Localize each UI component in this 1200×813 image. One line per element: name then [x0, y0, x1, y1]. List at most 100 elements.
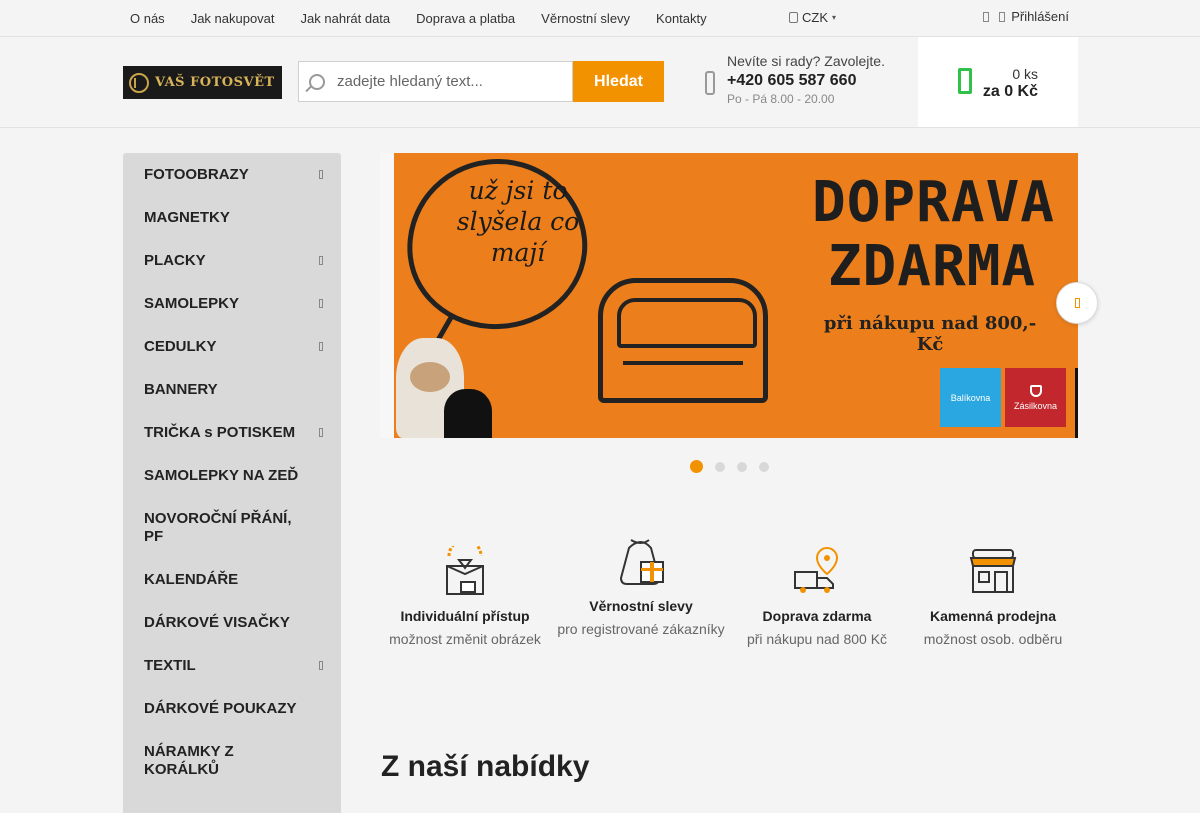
storefront-icon — [967, 546, 1019, 598]
zasilkovna-label: Zásilkovna — [1013, 400, 1058, 411]
banner-subtitle: při nákupu nad 800,- Kč — [823, 313, 1037, 355]
search-input[interactable] — [337, 73, 547, 90]
sidebar-item-darkove-visacky[interactable]: DÁRKOVÉ VISAČKY — [123, 601, 341, 644]
sidebar-item-fotoobrazy[interactable]: FOTOOBRAZY — [123, 153, 341, 196]
currency-label: CZK — [802, 10, 828, 25]
chevron-right-icon — [319, 341, 323, 351]
balikovna-logo: Balíkovna — [940, 368, 1001, 427]
zasilkovna-shield-icon — [1029, 384, 1042, 397]
sidebar-item-placky[interactable]: PLACKY — [123, 239, 341, 282]
benefit-subtitle: možnost osob. odběru — [923, 631, 1063, 647]
benefit-item: Individuální přístup možnost změnit obrá… — [380, 538, 550, 649]
sidebar-item-novorocni-prani[interactable]: NOVOROČNÍ PŘÁNÍ, PF — [123, 497, 341, 558]
benefit-title: Doprava zdarma — [762, 608, 872, 624]
globe-icon — [789, 12, 798, 23]
currency-selector[interactable]: CZK ▾ — [789, 10, 836, 25]
login-link[interactable]: Přihlášení — [999, 9, 1069, 24]
benefit-item: Doprava zdarma při nákupu nad 800 Kč — [732, 546, 902, 649]
gift-bag-icon — [615, 536, 667, 588]
sidebar-item-darkove-poukazy[interactable]: DÁRKOVÉ POUKAZY — [123, 687, 341, 730]
cart-icon — [958, 68, 972, 94]
chevron-right-icon — [319, 298, 323, 308]
speech-bubble-text: už jsi to slyšela co mají — [456, 176, 580, 267]
sidebar-item-bannery[interactable]: BANNERY — [123, 368, 341, 411]
chevron-right-icon — [319, 255, 323, 265]
banner-right-edge — [1075, 368, 1078, 438]
benefit-item: Kamenná prodejna možnost osob. odběru — [908, 546, 1078, 649]
truck-illustration — [598, 278, 768, 403]
sidebar-item-label: NOVOROČNÍ PŘÁNÍ, PF — [144, 509, 292, 545]
category-sidebar: FOTOOBRAZY MAGNETKY PLACKY SAMOLEPKY CED… — [123, 153, 341, 813]
slider-dot-3[interactable] — [737, 461, 747, 472]
banner-title: DOPRAVA ZDARMA — [812, 170, 1056, 299]
slider-dot-2[interactable] — [715, 461, 725, 472]
site-logo[interactable]: VAŠ FOTOSVĚT — [123, 66, 282, 99]
nav-link-jak-nakupovat[interactable]: Jak nakupovat — [191, 11, 275, 26]
delivery-truck-icon — [791, 546, 843, 598]
search-box — [298, 61, 573, 102]
top-right-actions: Přihlášení — [983, 9, 1069, 24]
chevron-down-icon: ▾ — [832, 13, 837, 22]
nav-link-o-nas[interactable]: O nás — [130, 11, 165, 26]
slider-dot-1[interactable] — [690, 460, 703, 473]
logo-mark-icon — [129, 72, 149, 93]
sidebar-item-cedulky[interactable]: CEDULKY — [123, 325, 341, 368]
sidebar-item-label: TRIČKA s POTISKEM — [144, 424, 296, 441]
cart-total: za 0 Kč — [982, 83, 1038, 100]
chevron-right-icon — [319, 660, 323, 670]
search-form: Hledat — [298, 61, 664, 102]
balikovna-label: Balíkovna — [950, 392, 991, 403]
box-heart-icon — [439, 538, 491, 598]
sidebar-item-label: DÁRKOVÉ POUKAZY — [144, 700, 297, 717]
nav-link-vernostni-slevy[interactable]: Věrnostní slevy — [541, 11, 630, 26]
sidebar-item-naramky[interactable]: NÁRAMKY Z KORÁLKŮ — [123, 730, 341, 791]
chevron-right-icon — [319, 427, 323, 437]
sidebar-item-tricka[interactable]: TRIČKA s POTISKEM — [123, 411, 341, 454]
sidebar-item-label: DÁRKOVÉ VISAČKY — [144, 614, 290, 631]
chevron-right-icon — [319, 169, 323, 179]
contact-question: Nevíte si rady? Zavolejte. — [727, 53, 885, 69]
search-button[interactable]: Hledat — [573, 61, 664, 102]
chevron-right-icon — [1074, 298, 1080, 308]
site-header: VAŠ FOTOSVĚT Hledat Nevíte si rady? Zavo… — [0, 37, 1200, 128]
sidebar-item-label: FOTOOBRAZY — [144, 166, 249, 183]
sidebar-item-label: KALENDÁŘE — [144, 571, 239, 588]
benefit-title: Kamenná prodejna — [929, 608, 1057, 624]
nav-link-jak-nahrat-data[interactable]: Jak nahrát data — [301, 11, 391, 26]
sidebar-item-label: BANNERY — [144, 381, 218, 398]
sidebar-item-label: PLACKY — [144, 252, 206, 269]
benefit-title: Věrnostní slevy — [589, 598, 693, 614]
promo-banner[interactable]: už jsi to slyšela co mají DOPRAVA ZDARMA… — [380, 153, 1078, 438]
login-label: Přihlášení — [1011, 9, 1069, 24]
zasilkovna-logo: Zásilkovna — [1005, 368, 1066, 427]
nav-link-kontakty[interactable]: Kontakty — [656, 11, 707, 26]
benefit-subtitle: možnost změnit obrázek — [389, 631, 541, 647]
slider-next-button[interactable] — [1056, 282, 1098, 324]
sidebar-item-samolepky[interactable]: SAMOLEPKY — [123, 282, 341, 325]
contact-phone[interactable]: +420 605 587 660 — [727, 72, 917, 90]
sidebar-item-label: SAMOLEPKY — [144, 295, 240, 312]
section-title: Z naší nabídky — [381, 750, 590, 783]
cart-button[interactable]: 0 ks za 0 Kč — [918, 37, 1078, 127]
top-navigation: O nás Jak nakupovat Jak nahrát data Dopr… — [123, 0, 733, 36]
sidebar-item-label: NÁRAMKY Z KORÁLKŮ — [144, 742, 234, 778]
phone-icon — [705, 71, 715, 95]
sidebar-item-textil[interactable]: TEXTIL — [123, 644, 341, 687]
benefit-subtitle: pro registrované zákazníky — [557, 621, 725, 637]
sidebar-item-label: TEXTIL — [144, 657, 196, 674]
search-toggle-icon[interactable] — [983, 11, 990, 22]
benefit-item: Věrnostní slevy pro registrované zákazní… — [556, 536, 726, 639]
contact-hours: Po - Pá 8.00 - 20.00 — [727, 92, 835, 106]
slider-dots — [690, 460, 769, 473]
sidebar-item-kalendare[interactable]: KALENDÁŘE — [123, 558, 341, 601]
benefit-title: Individuální přístup — [400, 608, 530, 624]
slider-dot-4[interactable] — [759, 461, 769, 472]
banner-left-edge — [380, 153, 394, 438]
user-icon — [999, 11, 1006, 22]
sidebar-item-samolepky-na-zed[interactable]: SAMOLEPKY NA ZEĎ — [123, 454, 341, 497]
logo-text: VAŠ FOTOSVĚT — [155, 75, 275, 90]
nav-link-doprava-a-platba[interactable]: Doprava a platba — [416, 11, 515, 26]
sidebar-item-magnetky[interactable]: MAGNETKY — [123, 196, 341, 239]
sidebar-item-label: CEDULKY — [144, 338, 217, 355]
top-bar: O nás Jak nakupovat Jak nahrát data Dopr… — [0, 0, 1200, 37]
